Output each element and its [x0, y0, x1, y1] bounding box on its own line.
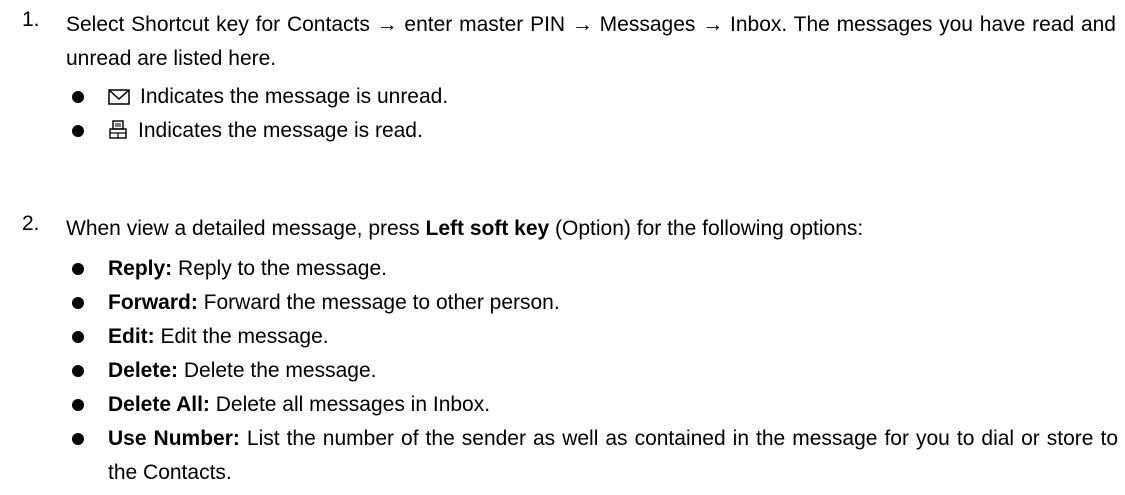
- option-term: Edit:: [108, 325, 155, 348]
- list-item: Reply: Reply to the message.: [0, 252, 1125, 286]
- step-text: Select Shortcut key for Contacts → enter…: [66, 13, 1116, 70]
- options-list: Reply: Reply to the message. Forward: Fo…: [0, 252, 1125, 490]
- option-desc: Reply to the message.: [172, 257, 387, 280]
- key-name: Left soft key: [425, 217, 550, 240]
- bullet-dot: [72, 125, 84, 137]
- status-icon-list: Indicates the message is unread. Indicat…: [0, 80, 1125, 148]
- bullet-text: Indicates the message is read.: [138, 119, 423, 142]
- list-item: Delete: Delete the message.: [0, 354, 1125, 388]
- option-desc: Edit the message.: [154, 325, 329, 348]
- list-item: Edit: Edit the message.: [0, 320, 1125, 354]
- list-item: Indicates the message is unread.: [0, 80, 1125, 114]
- list-item: Delete All: Delete all messages in Inbox…: [0, 388, 1125, 422]
- open-mail-icon: [108, 117, 128, 151]
- bullet-text: Indicates the message is unread.: [140, 85, 449, 108]
- option-desc: Delete all messages in Inbox.: [209, 393, 491, 416]
- bullet-dot: [72, 297, 84, 309]
- option-desc: List the number of the sender as well as…: [108, 427, 1119, 484]
- list-item: Use Number: List the number of the sende…: [0, 422, 1125, 490]
- bullet-dot: [72, 433, 84, 445]
- bullet-dot: [72, 263, 84, 275]
- step-number: 2.: [22, 212, 40, 235]
- manual-page: 1. Select Shortcut key for Contacts → en…: [0, 0, 1125, 495]
- list-item: Indicates the message is read.: [0, 114, 1125, 148]
- step-text: When view a detailed message, press Left…: [66, 217, 864, 240]
- option-term: Reply:: [108, 257, 173, 280]
- option-term: Forward:: [108, 291, 198, 314]
- bullet-dot: [72, 91, 84, 103]
- bullet-dot: [72, 331, 84, 343]
- list-item: Forward: Forward the message to other pe…: [0, 286, 1125, 320]
- envelope-icon: [108, 83, 130, 117]
- option-term: Delete:: [108, 359, 179, 382]
- bullet-dot: [72, 365, 84, 377]
- step-number: 1.: [22, 8, 40, 31]
- option-desc: Delete the message.: [178, 359, 377, 382]
- bullet-dot: [72, 399, 84, 411]
- option-term: Use Number:: [108, 427, 240, 450]
- option-term: Delete All:: [108, 393, 210, 416]
- option-desc: Forward the message to other person.: [197, 291, 560, 314]
